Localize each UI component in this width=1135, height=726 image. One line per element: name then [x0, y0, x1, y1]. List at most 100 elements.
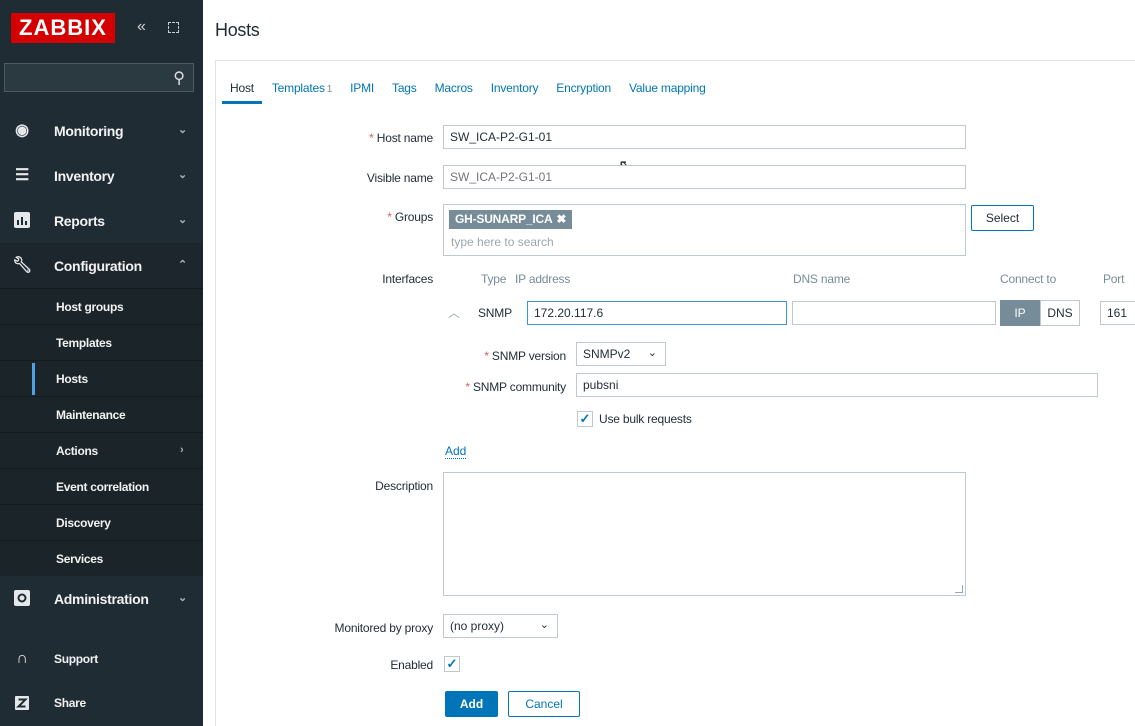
remove-icon[interactable]: ✖: [556, 212, 566, 226]
host-name-label: * Host name: [316, 131, 433, 145]
interfaces-col-type: Type: [481, 272, 507, 286]
tab-host[interactable]: Host: [222, 81, 262, 104]
submenu-item-host-groups[interactable]: Host groups: [0, 288, 203, 324]
menu-item-label: Configuration: [54, 257, 142, 274]
submenu-item-label: Event correlation: [56, 479, 149, 494]
label-text: Host name: [376, 131, 433, 145]
required-marker: *: [465, 380, 473, 394]
menu-item-support[interactable]: ∩ Support: [0, 637, 203, 681]
required-marker: *: [369, 131, 377, 145]
proxy-select[interactable]: (no proxy) ⌄: [443, 614, 558, 638]
menu-item-configuration[interactable]: 🔧︎ Configuration ⌃: [0, 243, 203, 288]
enabled-checkbox[interactable]: ✓: [444, 656, 460, 672]
search-icon[interactable]: ⚲: [173, 68, 185, 88]
connect-dns-button[interactable]: DNS: [1040, 300, 1080, 326]
menu-item-label: Reports: [54, 212, 105, 229]
configuration-submenu: Host groups Templates Hosts Maintenance …: [0, 288, 203, 576]
host-form-container: Host Templates 1 IPMI Tags Macros Invento…: [215, 60, 1135, 726]
chevron-down-icon: ⌄: [539, 619, 549, 631]
tab-label: Value mapping: [629, 81, 706, 95]
tab-label: Tags: [392, 81, 417, 95]
chevron-down-icon: ⌄: [178, 214, 187, 226]
submenu-item-label: Discovery: [56, 515, 111, 530]
bar-chart-icon: [12, 210, 32, 230]
required-marker: *: [387, 210, 395, 224]
submenu-item-services[interactable]: Services: [0, 540, 203, 576]
add-interface-link[interactable]: Add: [445, 444, 467, 459]
chevron-right-icon: ›: [180, 444, 184, 456]
menu-item-administration[interactable]: Administration ⌄: [0, 576, 203, 621]
tab-encryption[interactable]: Encryption: [556, 81, 611, 104]
visible-name-input[interactable]: [443, 165, 966, 189]
tab-label: Host: [230, 81, 254, 95]
z-icon: [12, 693, 32, 713]
submenu-item-label: Actions: [56, 443, 98, 458]
chevron-down-icon: ⌄: [178, 169, 187, 181]
group-chip: GH-SUNARP_ICA ✖: [449, 210, 573, 229]
snmp-community-input[interactable]: [576, 373, 1098, 397]
menu-item-share[interactable]: Share: [0, 681, 203, 725]
tab-templates[interactable]: Templates 1: [272, 81, 332, 104]
tab-inventory[interactable]: Inventory: [491, 81, 539, 104]
select-groups-button[interactable]: Select: [971, 205, 1034, 231]
snmp-community-label: * SNMP community: [416, 380, 566, 394]
tab-ipmi[interactable]: IPMI: [350, 81, 374, 104]
list-icon: ☰: [14, 167, 30, 184]
required-marker: *: [484, 349, 492, 363]
label-text: SNMP version: [491, 349, 566, 363]
menu-item-inventory[interactable]: ☰ Inventory ⌄: [0, 153, 203, 198]
use-bulk-label: Use bulk requests: [599, 412, 692, 426]
tab-macros[interactable]: Macros: [435, 81, 473, 104]
submenu-item-event-correlation[interactable]: Event correlation: [0, 468, 203, 504]
cancel-button[interactable]: Cancel: [508, 691, 580, 717]
tab-label: Inventory: [490, 81, 539, 95]
visible-name-label: Visible name: [366, 171, 433, 185]
menu-item-label: Share: [54, 696, 86, 710]
collapse-sidebar-icon[interactable]: «: [137, 18, 146, 36]
menu-item-label: Monitoring: [54, 122, 124, 139]
chevron-up-icon: ⌃: [178, 259, 187, 271]
kiosk-mode-icon[interactable]: [168, 22, 179, 33]
submenu-item-hosts[interactable]: Hosts: [0, 360, 203, 396]
description-label: Description: [375, 479, 433, 493]
interface-dns-input[interactable]: [792, 301, 996, 325]
groups-multiselect[interactable]: GH-SUNARP_ICA ✖ type here to search: [443, 204, 966, 256]
page-title: Hosts: [215, 20, 260, 40]
submenu-item-label: Templates: [56, 335, 112, 350]
select-value: (no proxy): [450, 619, 505, 633]
tab-tags[interactable]: Tags: [392, 81, 417, 104]
use-bulk-checkbox[interactable]: ✓: [577, 411, 593, 427]
submenu-item-discovery[interactable]: Discovery: [0, 504, 203, 540]
resize-handle-icon[interactable]: [955, 585, 963, 593]
chevron-down-icon: ⌄: [647, 347, 657, 359]
connect-ip-button[interactable]: IP: [1000, 300, 1040, 326]
submenu-item-actions[interactable]: Actions ›: [0, 432, 203, 468]
sidebar-search-input[interactable]: ⚲: [4, 63, 194, 92]
tab-value-mapping[interactable]: Value mapping: [629, 81, 706, 104]
menu-item-monitoring[interactable]: ◉ Monitoring ⌄: [0, 108, 203, 153]
snmp-version-select[interactable]: SNMPv2 ⌄: [576, 342, 666, 366]
menu-item-reports[interactable]: Reports ⌄: [0, 198, 203, 243]
cog-square-icon: [12, 588, 32, 608]
tab-label: IPMI: [350, 81, 375, 95]
submenu-item-label: Host groups: [56, 299, 124, 314]
submenu-item-maintenance[interactable]: Maintenance: [0, 396, 203, 432]
sidebar-footer: ∩ Support Share: [0, 637, 203, 725]
tab-label: Encryption: [556, 81, 611, 95]
add-button[interactable]: Add: [445, 691, 498, 717]
enabled-label: Enabled: [390, 658, 433, 672]
group-search-input[interactable]: type here to search: [451, 235, 554, 249]
zabbix-logo[interactable]: ZABBIX: [11, 13, 115, 43]
interfaces-col-ip: IP address: [515, 272, 571, 286]
interface-ip-input[interactable]: [527, 301, 787, 325]
snmp-version-label: * SNMP version: [436, 349, 566, 363]
submenu-item-templates[interactable]: Templates: [0, 324, 203, 360]
interface-port-input[interactable]: [1100, 301, 1135, 325]
interface-type-snmp: SNMP: [478, 306, 512, 320]
collapse-interface-icon[interactable]: ︿: [448, 304, 460, 321]
interfaces-col-connect: Connect to: [1000, 272, 1057, 286]
connect-to-toggle: IP DNS: [1000, 300, 1080, 326]
main-menu: ◉ Monitoring ⌄ ☰ Inventory ⌄ Reports ⌄ 🔧…: [0, 108, 203, 621]
host-name-input[interactable]: [443, 125, 966, 149]
description-textarea[interactable]: [443, 472, 966, 596]
